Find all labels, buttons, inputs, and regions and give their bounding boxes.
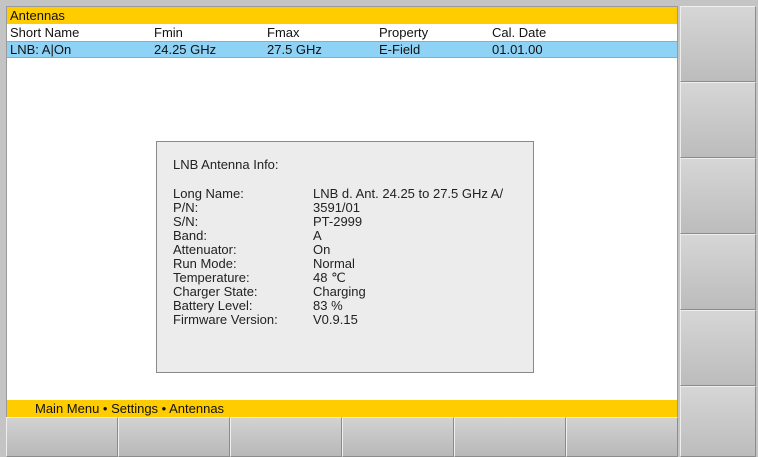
info-label: Temperature: (173, 270, 250, 285)
column-header-property: Property (379, 25, 429, 40)
info-value: Charging (313, 284, 366, 299)
info-label: Firmware Version: (173, 312, 278, 327)
softkey-side-5[interactable] (680, 310, 756, 386)
softkey-bottom-5[interactable] (454, 417, 566, 457)
info-value: 48 ℃ (313, 270, 346, 285)
cell-fmin: 24.25 GHz (154, 42, 217, 57)
info-label: Attenuator: (173, 242, 237, 257)
info-value: PT-2999 (313, 214, 363, 229)
cell-property: E-Field (379, 42, 421, 57)
softkey-bottom-1[interactable] (6, 417, 118, 457)
softkey-side-2[interactable] (680, 82, 756, 158)
table-row-selected[interactable]: LNB: A|On 24.25 GHz 27.5 GHz E-Field 01.… (7, 41, 677, 58)
info-label: Long Name: (173, 186, 244, 201)
info-label: Charger State: (173, 284, 258, 299)
antenna-info-box: LNB Antenna Info: Long Name: LNB d. Ant.… (156, 141, 534, 373)
info-label: S/N: (173, 214, 199, 229)
info-value: LNB d. Ant. 24.25 to 27.5 GHz A/ (313, 186, 504, 201)
cell-cal-date: 01.01.00 (492, 42, 543, 57)
column-header-fmin: Fmin (154, 25, 183, 40)
info-value: Normal (313, 256, 355, 271)
softkey-bottom-4[interactable] (342, 417, 454, 457)
softkey-bottom-3[interactable] (230, 417, 342, 457)
info-label: Band: (173, 228, 207, 243)
column-header-cal-date: Cal. Date (492, 25, 547, 40)
info-label: Run Mode: (173, 256, 237, 271)
breadcrumb: Main Menu • Settings • Antennas (7, 400, 677, 417)
softkey-side-1[interactable] (680, 6, 756, 82)
instrument-screen: Antennas Short Name Fmin Fmax Property C… (0, 0, 758, 457)
softkey-bottom-2[interactable] (118, 417, 230, 457)
info-value: 3591/01 (313, 200, 360, 215)
info-value: 83 % (313, 298, 343, 313)
cell-short-name: LNB: A|On (10, 42, 72, 57)
softkey-side-4[interactable] (680, 234, 756, 310)
info-value: V0.9.15 (313, 312, 358, 327)
info-label: Battery Level: (173, 298, 253, 313)
softkey-side-3[interactable] (680, 158, 756, 234)
antennas-panel: Antennas Short Name Fmin Fmax Property C… (6, 6, 678, 417)
info-value: A (313, 228, 322, 243)
cell-fmax: 27.5 GHz (267, 42, 322, 57)
softkey-bottom-6[interactable] (566, 417, 678, 457)
table-header: Short Name Fmin Fmax Property Cal. Date (7, 24, 677, 41)
softkey-side-6[interactable] (680, 386, 756, 457)
window-title: Antennas (7, 7, 677, 24)
column-header-short-name: Short Name (10, 25, 80, 40)
info-title: LNB Antenna Info: (173, 157, 279, 172)
info-label: P/N: (173, 200, 199, 215)
column-header-fmax: Fmax (267, 25, 300, 40)
info-value: On (313, 242, 331, 257)
